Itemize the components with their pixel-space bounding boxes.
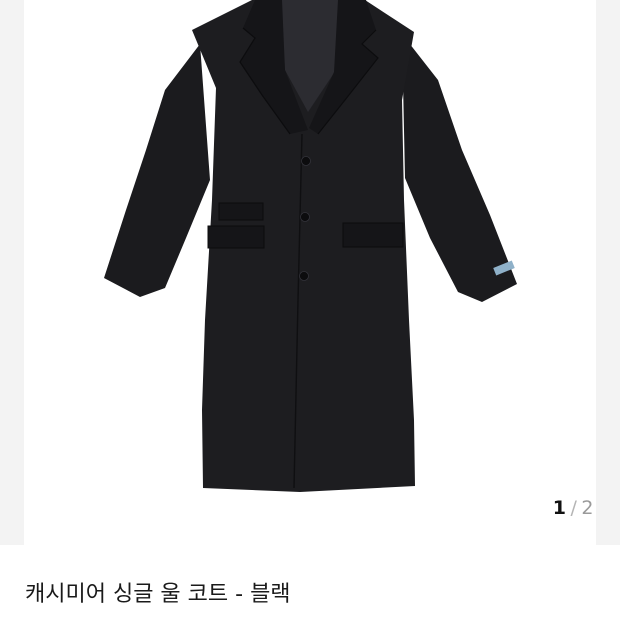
image-page-counter: 1/2 (553, 496, 594, 520)
coat-ticket-pocket (218, 202, 264, 221)
counter-total: 2 (581, 497, 594, 519)
counter-separator: / (570, 497, 578, 519)
coat-button (299, 271, 309, 281)
product-info: 캐시미어 싱글 울 코트 - 블랙 (0, 545, 620, 620)
product-image[interactable] (0, 0, 620, 545)
product-image-gallery[interactable]: 1/2 (0, 0, 620, 545)
coat-button (301, 156, 311, 166)
coat-left-sleeve (104, 44, 210, 297)
coat-right-sleeve (402, 34, 517, 302)
counter-current: 1 (552, 497, 567, 519)
coat-left-pocket (207, 225, 265, 249)
coat-button (300, 212, 310, 222)
product-page: 1/2 캐시미어 싱글 울 코트 - 블랙 (0, 0, 620, 620)
coat-right-pocket (342, 222, 404, 248)
product-title: 캐시미어 싱글 울 코트 - 블랙 (25, 582, 291, 607)
